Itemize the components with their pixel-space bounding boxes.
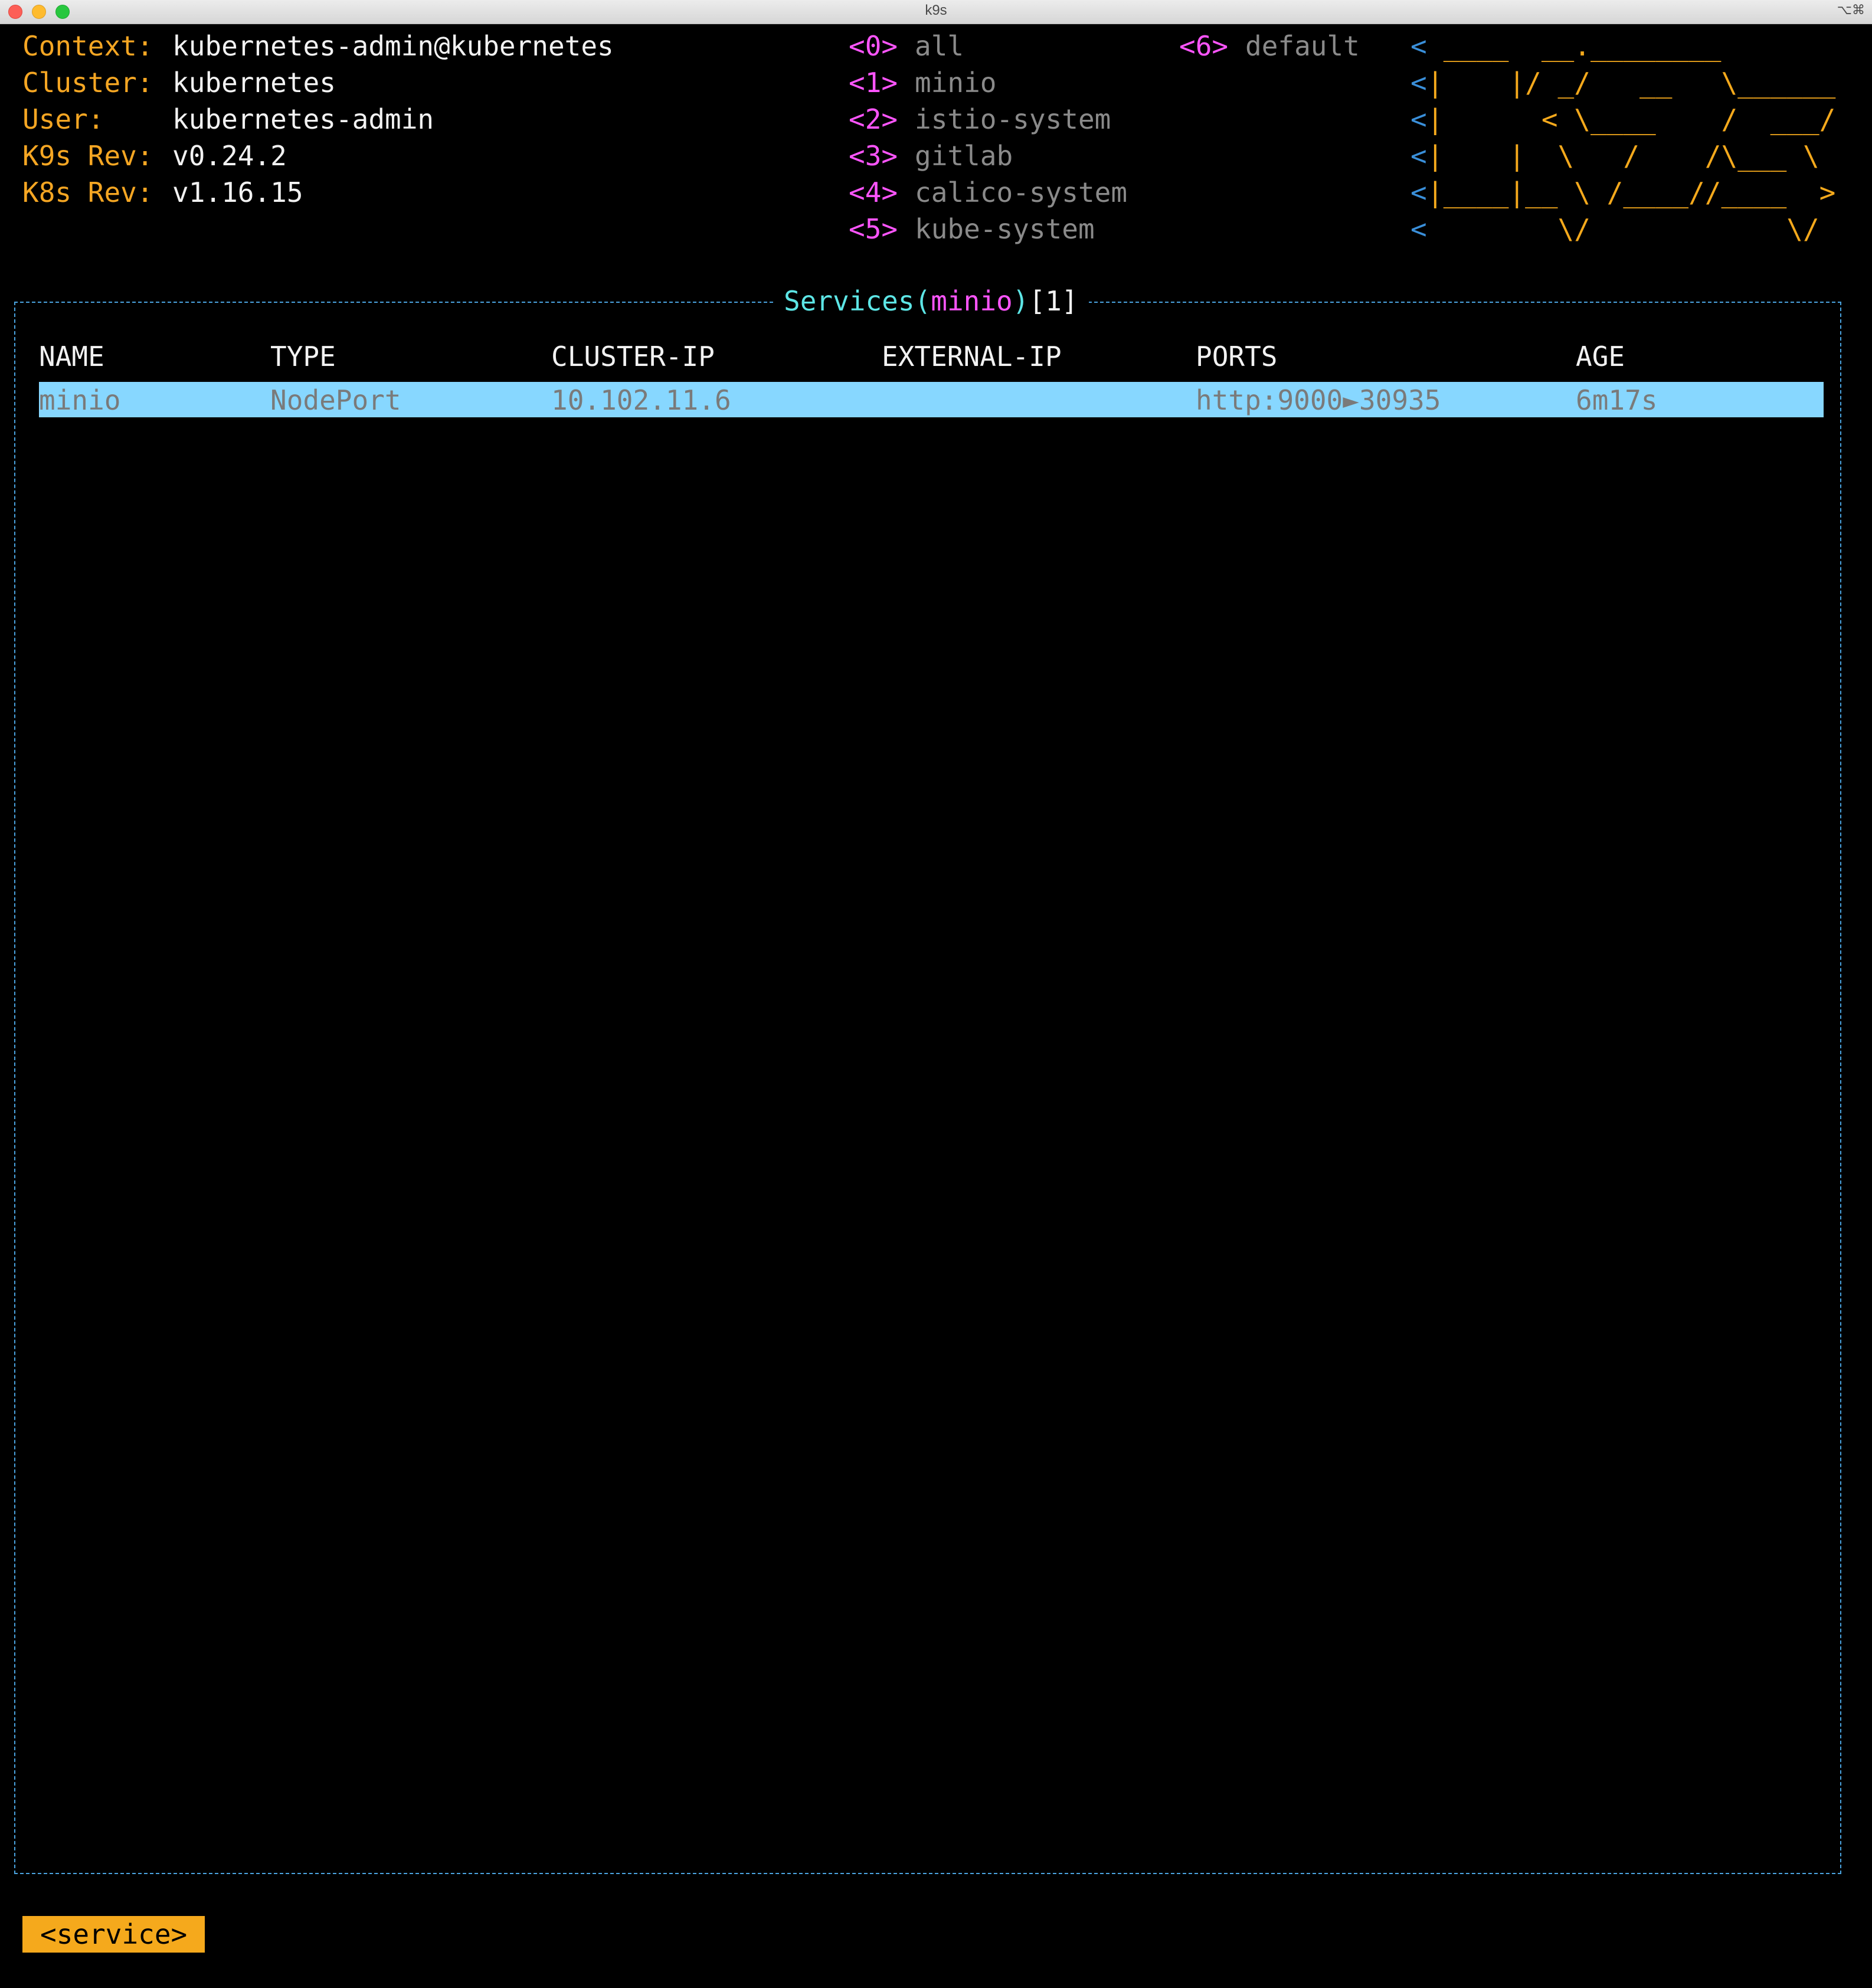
namespace-name: kube-system (915, 213, 1095, 245)
namespace-name: calico-system (915, 176, 1128, 208)
namespace-key: <4> (849, 176, 898, 208)
namespace-key: <6> (1179, 30, 1229, 62)
logo-line: | | \ / /\___ \ (1427, 140, 1819, 172)
namespace-name: gitlab (915, 140, 1013, 172)
logo-line: |____|__ \ /____//____ > (1427, 176, 1836, 208)
cell-ports: http:9000►30935 (1196, 384, 1441, 416)
logo-prefix: < (1410, 140, 1427, 172)
logo-line: | < \____ / ___/ (1427, 103, 1836, 135)
namespace-key: <2> (849, 103, 898, 135)
k8s-rev-label: K8s Rev: (22, 176, 153, 208)
logo-prefix: < (1410, 67, 1427, 99)
namespace-name: default (1245, 30, 1360, 62)
logo-prefix: < (1410, 103, 1427, 135)
breadcrumb-service[interactable]: <service> (22, 1916, 205, 1953)
column-header-type[interactable]: TYPE (270, 338, 336, 375)
panel-open-paren: ( (914, 285, 931, 317)
cell-age: 6m17s (1576, 384, 1658, 416)
panel-close-paren: ) (1012, 285, 1029, 317)
column-header-ports[interactable]: PORTS (1196, 338, 1277, 375)
namespace-name: istio-system (915, 103, 1111, 135)
column-header-external-ip[interactable]: EXTERNAL-IP (882, 338, 1062, 375)
logo-line: | |/ _/ __ \______ (1427, 67, 1836, 99)
namespace-key: <1> (849, 67, 898, 99)
k9s-rev-label: K9s Rev: (22, 140, 153, 172)
cluster-value: kubernetes (172, 67, 336, 99)
namespace-name: minio (915, 67, 997, 99)
context-value: kubernetes-admin@kubernetes (172, 30, 614, 62)
user-label: User: (22, 103, 104, 135)
cell-cluster-ip: 10.102.11.6 (551, 384, 731, 416)
namespace-key: <0> (849, 30, 898, 62)
window-title: k9s (925, 2, 947, 18)
k8s-rev-value: v1.16.15 (172, 176, 303, 208)
logo-prefix: < (1410, 30, 1427, 62)
column-header-name[interactable]: NAME (39, 338, 104, 375)
context-label: Context: (22, 30, 153, 62)
k9s-rev-value: v0.24.2 (172, 140, 287, 172)
window-titlebar: k9s ⌥⌘ (0, 0, 1872, 24)
services-panel-frame (14, 302, 1841, 1874)
terminal-area: Context: kubernetes-admin@kubernetes Clu… (0, 24, 1872, 1988)
cell-type: NodePort (270, 384, 401, 416)
namespace-key: <3> (849, 140, 898, 172)
window-shortcut-indicator: ⌥⌘ (1837, 2, 1865, 17)
logo-prefix: < (1410, 176, 1427, 208)
namespace-key: <5> (849, 213, 898, 245)
logo-line: ____ __.________ (1427, 30, 1722, 62)
logo-prefix: < (1410, 213, 1427, 245)
namespace-name: all (915, 30, 964, 62)
panel-count: [1] (1029, 285, 1078, 317)
cell-name: minio (39, 384, 121, 416)
user-value: kubernetes-admin (172, 103, 434, 135)
column-header-age[interactable]: AGE (1576, 338, 1625, 375)
panel-resource: Services (784, 285, 915, 317)
logo-line: \/ \/ (1427, 213, 1819, 245)
panel-namespace: minio (931, 285, 1013, 317)
cluster-label: Cluster: (22, 67, 153, 99)
column-header-cluster-ip[interactable]: CLUSTER-IP (551, 338, 715, 375)
panel-title: Services(minio)[1] (773, 283, 1089, 319)
